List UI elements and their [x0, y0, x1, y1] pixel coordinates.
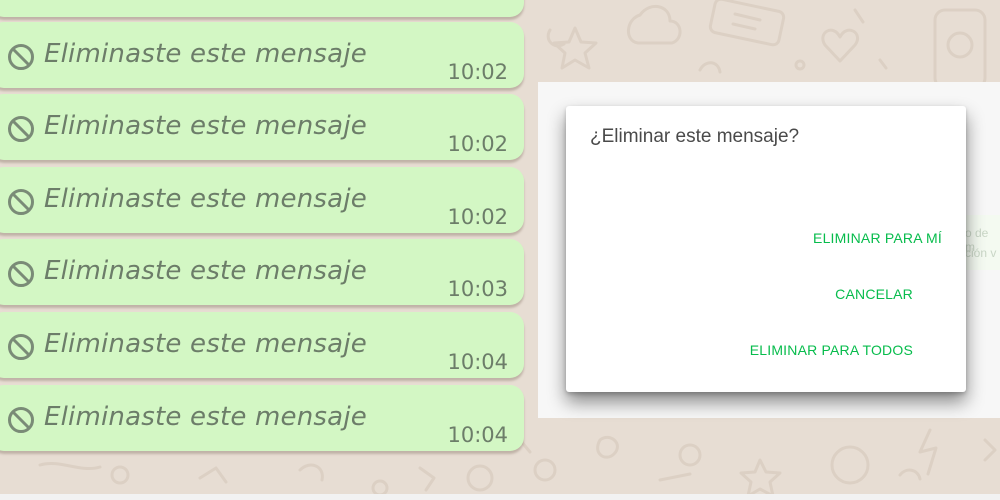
- bottom-strip: [0, 494, 1000, 500]
- dialog-title: ¿Eliminar este mensaje?: [590, 126, 800, 147]
- deleted-message-bubble[interactable]: Eliminaste este mensaje 10:04: [0, 312, 524, 378]
- deleted-message-bubble[interactable]: Eliminaste este mensaje 10:04: [0, 385, 524, 451]
- ban-icon: [8, 189, 34, 215]
- delete-message-dialog: ¿Eliminar este mensaje? ELIMINAR PARA MÍ…: [566, 106, 966, 392]
- deleted-message-bubble[interactable]: Eliminaste este mensaje 10:02: [0, 167, 524, 233]
- delete-for-everyone-button[interactable]: ELIMINAR PARA TODOS: [750, 342, 913, 358]
- message-time: 10:04: [447, 350, 508, 374]
- message-time: 10:02: [447, 132, 508, 156]
- deleted-message-text: Eliminaste este mensaje: [44, 402, 367, 432]
- ban-icon: [8, 407, 34, 433]
- message-time: 10:02: [447, 205, 508, 229]
- ban-icon: [8, 334, 34, 360]
- ban-icon: [8, 44, 34, 70]
- deleted-message-bubble[interactable]: Eliminaste este mensaje 10:03: [0, 239, 524, 305]
- message-time: 10:02: [447, 60, 508, 84]
- deleted-message-text: Eliminaste este mensaje: [44, 184, 367, 214]
- delete-for-me-button[interactable]: ELIMINAR PARA MÍ: [813, 230, 942, 246]
- deleted-message-bubble[interactable]: Eliminaste este mensaje 10:02: [0, 94, 524, 160]
- deleted-message-text: Eliminaste este mensaje: [44, 111, 367, 141]
- deleted-message-text: Eliminaste este mensaje: [44, 329, 367, 359]
- deleted-message-text: Eliminaste este mensaje: [44, 256, 367, 286]
- message-time: 10:03: [447, 277, 508, 301]
- deleted-message-bubble[interactable]: Eliminaste este mensaje 10:02: [0, 22, 524, 88]
- background-snippet: ción v: [965, 246, 997, 260]
- deleted-message-text: Eliminaste este mensaje: [44, 39, 367, 69]
- chat-bubble-partial: [0, 0, 524, 17]
- ban-icon: [8, 116, 34, 142]
- cancel-button[interactable]: CANCELAR: [835, 286, 913, 302]
- message-time: 10:04: [447, 423, 508, 447]
- ban-icon: [8, 261, 34, 287]
